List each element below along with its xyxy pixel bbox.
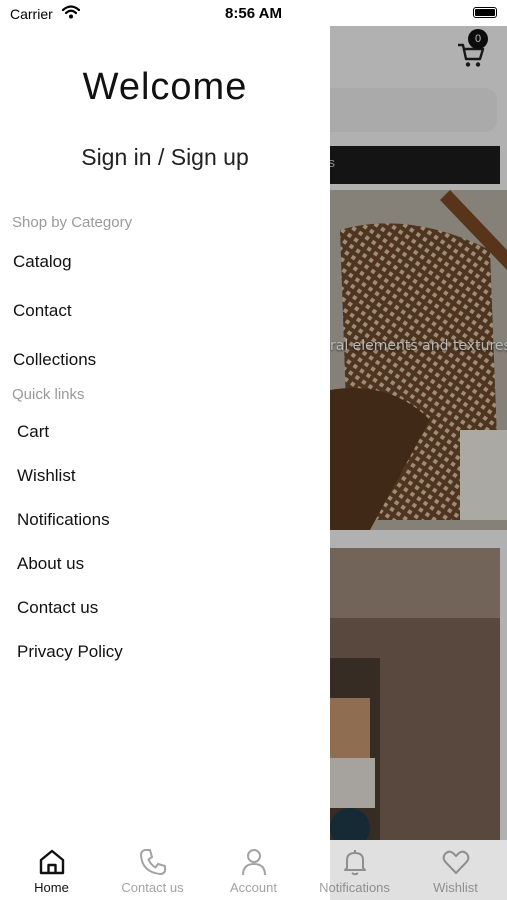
quick-links-heading: Quick links	[12, 386, 85, 403]
menu-item-contact[interactable]: Contact	[13, 301, 72, 321]
tab-home[interactable]: Home	[1, 840, 102, 900]
tab-contact-us[interactable]: Contact us	[102, 840, 203, 900]
menu-item-contact-us[interactable]: Contact us	[17, 598, 98, 618]
sign-in-link[interactable]: Sign in / Sign up	[0, 144, 330, 171]
background-app[interactable]: 0 RS ral elements and textures	[330, 26, 507, 900]
home-icon	[39, 849, 64, 875]
menu-item-wishlist[interactable]: Wishlist	[17, 466, 76, 486]
heart-icon	[442, 850, 469, 874]
menu-item-cart[interactable]: Cart	[17, 422, 49, 442]
status-bar: Carrier 8:56 AM	[0, 0, 507, 26]
tab-notifications[interactable]: Notifications	[304, 840, 405, 900]
tab-wishlist-label: Wishlist	[433, 880, 478, 895]
drawer-overlay[interactable]	[330, 26, 507, 900]
tab-bar: Home Contact us Account Notifications Wi…	[0, 840, 507, 900]
clock: 8:56 AM	[225, 5, 282, 22]
welcome-title: Welcome	[82, 66, 248, 108]
phone-icon	[139, 849, 166, 875]
tab-notifications-label: Notifications	[319, 880, 390, 895]
tab-contact-us-label: Contact us	[121, 880, 184, 895]
menu-item-privacy-policy[interactable]: Privacy Policy	[17, 642, 123, 662]
tab-home-label: Home	[34, 880, 69, 895]
person-icon	[241, 849, 266, 876]
tab-account-label: Account	[230, 880, 277, 895]
menu-item-catalog[interactable]: Catalog	[13, 252, 72, 272]
menu-item-collections[interactable]: Collections	[13, 350, 96, 370]
bell-icon	[343, 850, 366, 876]
shop-by-category-heading: Shop by Category	[12, 214, 133, 231]
battery-icon	[473, 7, 497, 18]
menu-item-notifications[interactable]: Notifications	[17, 510, 110, 530]
tab-wishlist[interactable]: Wishlist	[405, 840, 506, 900]
menu-item-about-us[interactable]: About us	[17, 554, 84, 574]
side-drawer: Welcome Sign in / Sign up Shop by Catego…	[0, 26, 330, 840]
tab-account[interactable]: Account	[203, 840, 304, 900]
